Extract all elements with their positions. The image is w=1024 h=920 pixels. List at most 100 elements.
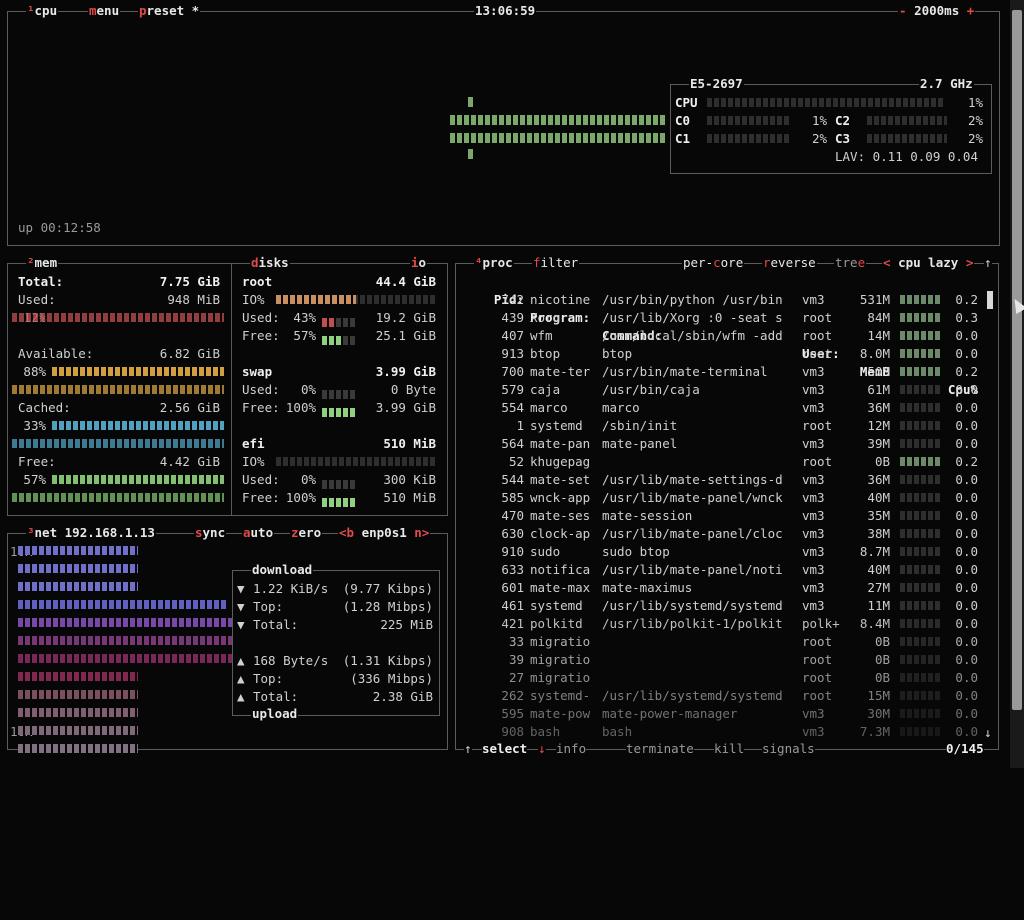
- proc-tab-hotkey: ⁴: [475, 255, 483, 270]
- disk-size: 3.99 GiB: [375, 364, 436, 379]
- proc-user: root: [802, 670, 833, 685]
- meter-block: [343, 390, 348, 399]
- net-ip: 192.168.1.13: [64, 525, 155, 540]
- table-row[interactable]: 421 polkitd/usr/lib/polkit-1/polkit polk+ 8…: [456, 615, 986, 633]
- proc-user: root: [802, 346, 833, 361]
- table-row[interactable]: 564 mate-pan mate-panel vm3 39M 0.0: [456, 435, 986, 453]
- table-row[interactable]: 633 notifica/usr/lib/mate-panel/noti vm3 40…: [456, 561, 986, 579]
- disk-used-meter: [322, 313, 358, 327]
- tree-toggle[interactable]: tree: [834, 254, 867, 272]
- update-interval[interactable]: - 2000ms +: [898, 2, 976, 20]
- zero-toggle[interactable]: zero: [290, 524, 323, 542]
- proc-pid: 439: [501, 310, 524, 325]
- proc-box: ⁴proc filter per-core reverse tree < cpu…: [455, 254, 999, 758]
- table-row[interactable]: 700 mate-ter/usr/bin/mate-terminal vm3 50M 0…: [456, 363, 986, 381]
- table-row[interactable]: 595 mate-pow mate-power-manager vm3 30M 0.0: [456, 705, 986, 723]
- proc-memb: 36M: [867, 400, 890, 415]
- proc-cpu: 0.2: [955, 364, 978, 379]
- proc-program: migratio: [530, 670, 591, 685]
- proc-user: vm3: [802, 544, 825, 559]
- table-row[interactable]: 554 marco marco vm3 36M 0.0: [456, 399, 986, 417]
- net-graph-bar: [18, 690, 138, 699]
- terminal-scrollbar[interactable]: [1010, 0, 1024, 768]
- terminal-scroll-thumb[interactable]: [1012, 10, 1022, 710]
- net-tab-hotkey: ³: [27, 525, 35, 540]
- table-row[interactable]: 1 systemd/sbin/init root 12M 0.0: [456, 417, 986, 435]
- table-row[interactable]: 39 migratio root 0B 0.0: [456, 651, 986, 669]
- table-row[interactable]: 439 Xorg/usr/lib/Xorg :0 -seat s root 84M 0.…: [456, 309, 986, 327]
- sort-selector[interactable]: < cpu lazy >: [882, 254, 975, 272]
- table-row[interactable]: 407 wfm/usr/local/sbin/wfm -add root 14M 0.0: [456, 327, 986, 345]
- scroll-up-arrow[interactable]: ↑: [984, 254, 992, 272]
- preset-tab[interactable]: preset *: [138, 2, 201, 20]
- table-row[interactable]: 461 systemd/usr/lib/systemd/systemd vm3 11M…: [456, 597, 986, 615]
- proc-pid: 470: [501, 508, 524, 523]
- proc-pid: 554: [501, 400, 524, 415]
- proc-cpu-graph: [900, 565, 940, 574]
- core-2-label: C2: [835, 113, 851, 128]
- proc-scrollbar[interactable]: [987, 291, 993, 309]
- table-row[interactable]: 908 bash bash vm3 7.3M 0.0: [456, 723, 986, 741]
- table-row[interactable]: 33 migratio root 0B 0.0: [456, 633, 986, 651]
- auto-toggle[interactable]: auto: [242, 524, 275, 542]
- per-core-toggle[interactable]: per-core: [682, 254, 745, 272]
- proc-user: root: [802, 688, 833, 703]
- kill-button[interactable]: kill: [714, 740, 745, 758]
- disk-name: root: [242, 274, 273, 289]
- proc-program: systemd-: [530, 688, 591, 703]
- table-row[interactable]: 630 clock-ap/usr/lib/mate-panel/cloc vm3 38…: [456, 525, 986, 543]
- proc-pid: 633: [501, 562, 524, 577]
- upload-arrow-icon: ▲: [237, 671, 245, 686]
- proc-memb: 0B: [874, 454, 890, 469]
- filter-label: ilter: [540, 255, 579, 270]
- proc-user: vm3: [802, 724, 825, 739]
- table-row[interactable]: 913 btop btop root 8.0M 0.0: [456, 345, 986, 363]
- select-down-arrow[interactable]: ↓: [538, 740, 546, 758]
- interface-selector[interactable]: <b enp0s1 n>: [338, 524, 431, 542]
- table-row[interactable]: 601 mate-max mate-maximus vm3 27M 0.0: [456, 579, 986, 597]
- filter-button[interactable]: filter: [532, 254, 580, 272]
- meter-block: [350, 390, 355, 399]
- interface-next-button[interactable]: n>: [414, 525, 429, 540]
- core-3-meter: [867, 134, 947, 143]
- core-1-pct: 2%: [811, 131, 827, 146]
- download-stat-label: 1.22 KiB/s: [253, 581, 329, 596]
- sort-prev-button[interactable]: <: [883, 255, 891, 270]
- table-row[interactable]: 544 mate-set/usr/lib/mate-settings-d vm3 36…: [456, 471, 986, 489]
- terminate-button[interactable]: terminate: [626, 740, 694, 758]
- table-row[interactable]: 262 systemd- /usr/lib/systemd/systemd root 1…: [456, 687, 986, 705]
- signals-button[interactable]: signals: [762, 740, 815, 758]
- sort-next-button[interactable]: >: [966, 255, 974, 270]
- cpu-tab[interactable]: ¹cpu: [26, 2, 59, 20]
- sync-toggle[interactable]: sync: [194, 524, 227, 542]
- table-row[interactable]: 470 mate-ses mate-session vm3 35M 0.0: [456, 507, 986, 525]
- proc-cpu: 0.0: [955, 598, 978, 613]
- proc-user: root: [802, 454, 833, 469]
- proc-memb: 61M: [867, 382, 890, 397]
- net-stats-box: download ▼ 1.22 KiB/s (9.77 Kibps) ▼ Top: (1.…: [232, 561, 440, 723]
- table-row[interactable]: 742 nicotine/usr/bin/python /usr/bin vm3 53…: [456, 291, 986, 309]
- table-row[interactable]: 52 khugepag root 0B 0.2: [456, 453, 986, 471]
- table-row[interactable]: 27 migratio root 0B 0.0: [456, 669, 986, 687]
- interval-increase-button[interactable]: +: [967, 3, 975, 18]
- net-graph-bar: [18, 726, 138, 735]
- proc-memb: 8.0M: [859, 346, 890, 361]
- upload-stat-value: 2.38 GiB: [372, 689, 433, 704]
- reverse-toggle[interactable]: reverse: [762, 254, 817, 272]
- menu-tab[interactable]: menu: [88, 2, 121, 20]
- select-up-arrow[interactable]: ↑: [464, 740, 472, 758]
- table-row[interactable]: 585 wnck-app/usr/lib/mate-panel/wnck vm3 40…: [456, 489, 986, 507]
- table-row[interactable]: 579 caja/usr/bin/caja vm3 61M 0.0: [456, 381, 986, 399]
- info-button[interactable]: info: [556, 740, 587, 758]
- table-row[interactable]: 910 sudo sudo btop vm3 8.7M 0.0: [456, 543, 986, 561]
- interval-decrease-button[interactable]: -: [899, 3, 907, 18]
- interface-prev-button[interactable]: <b: [339, 525, 354, 540]
- proc-tab[interactable]: ⁴proc: [474, 254, 514, 272]
- net-tab[interactable]: ³net 192.168.1.13: [26, 524, 156, 542]
- mem-item-graph: [12, 313, 224, 322]
- disk-name: swap: [242, 364, 273, 379]
- select-button[interactable]: select: [482, 740, 528, 758]
- disk-size: 510 MiB: [383, 436, 436, 451]
- core-1-meter: [707, 134, 791, 143]
- disk-used-pct: 0%: [300, 472, 316, 487]
